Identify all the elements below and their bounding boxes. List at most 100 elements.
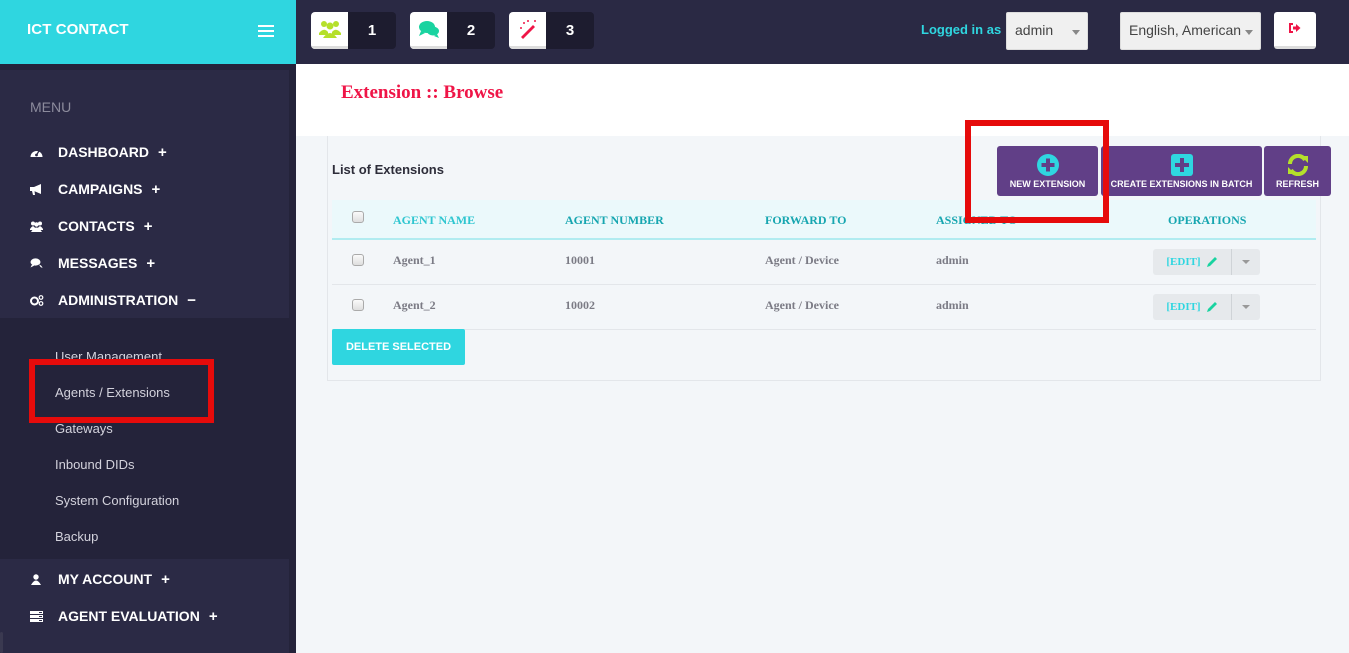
tasks-icon xyxy=(30,610,58,622)
users-icon xyxy=(30,221,58,232)
refresh-icon xyxy=(1264,152,1331,178)
edit-button[interactable]: [EDIT] xyxy=(1153,294,1232,320)
app-title: ICT CONTACT xyxy=(27,21,129,38)
sidebar: MENU DASHBOARD + CAMPAIGNS + CONTACTS + … xyxy=(0,64,296,653)
sidebar-item-label: MESSAGES xyxy=(58,255,138,271)
cogs-icon xyxy=(30,294,58,306)
sign-out-icon xyxy=(1289,20,1301,38)
page-header: Extension :: Browse xyxy=(296,64,1349,136)
edit-label: [EDIT] xyxy=(1166,301,1201,313)
sidebar-item-messages[interactable]: MESSAGES + xyxy=(30,253,155,273)
operations-button-group: [EDIT] xyxy=(1153,249,1260,275)
sidebar-subitem-backup[interactable]: Backup xyxy=(55,529,98,544)
menu-label: MENU xyxy=(30,99,72,115)
bullhorn-icon xyxy=(30,183,58,195)
user-icon xyxy=(30,573,58,585)
sidebar-item-contacts[interactable]: CONTACTS + xyxy=(30,216,153,236)
sidebar-item-administration[interactable]: ADMINISTRATION − xyxy=(30,290,196,310)
language-select-value: English, American xyxy=(1129,22,1242,38)
sidebar-item-campaigns[interactable]: CAMPAIGNS + xyxy=(30,179,160,199)
expand-icon: + xyxy=(143,217,153,235)
agent-name: Agent_1 xyxy=(393,253,436,267)
new-extension-label: NEW EXTENSION xyxy=(1009,179,1086,189)
user-select[interactable]: admin xyxy=(1006,12,1088,50)
table-row: Agent_1 10001 Agent / Device admin [EDIT… xyxy=(332,240,1316,285)
forward-to: Agent / Device xyxy=(765,253,839,267)
refresh-label: REFRESH xyxy=(1275,179,1319,189)
notification-tasks[interactable]: 3 xyxy=(509,12,594,49)
notification-count: 2 xyxy=(447,12,495,49)
notification-messages[interactable]: 2 xyxy=(410,12,495,49)
user-select-value: admin xyxy=(1015,22,1054,38)
sidebar-item-dashboard[interactable]: DASHBOARD + xyxy=(30,142,167,162)
users-icon xyxy=(311,12,348,49)
caret-down-icon xyxy=(1242,305,1250,309)
column-header-operations: OPERATIONS xyxy=(1168,213,1247,227)
operations-button-group: [EDIT] xyxy=(1153,294,1260,320)
operations-dropdown-toggle[interactable] xyxy=(1232,249,1260,275)
language-select[interactable]: English, American xyxy=(1120,12,1261,50)
sidebar-item-label: ADMINISTRATION xyxy=(58,292,179,308)
plus-square-icon xyxy=(1101,152,1262,178)
sidebar-item-label: DASHBOARD xyxy=(58,144,149,160)
table-header: AGENT NAME AGENT NUMBER FORWARD TO ASSIG… xyxy=(332,200,1316,240)
hamburger-icon[interactable] xyxy=(258,25,274,38)
sidebar-item-label: MY ACCOUNT xyxy=(58,571,153,587)
sidebar-item-label: AGENT EVALUATION xyxy=(58,608,200,624)
list-title: List of Extensions xyxy=(332,162,444,177)
assigned-to: admin xyxy=(936,253,969,267)
expand-icon: + xyxy=(146,254,156,272)
page-title: Extension :: Browse xyxy=(341,82,504,103)
agent-number: 10002 xyxy=(565,298,595,312)
column-header-agent-number[interactable]: AGENT NUMBER xyxy=(565,213,664,228)
pencil-icon xyxy=(1206,257,1217,267)
assigned-to: admin xyxy=(936,298,969,312)
create-extensions-batch-button[interactable]: CREATE EXTENSIONS IN BATCH xyxy=(1101,146,1262,196)
agent-name: Agent_2 xyxy=(393,298,436,312)
new-extension-button[interactable]: NEW EXTENSION xyxy=(997,146,1098,196)
sidebar-subitem-inbound-dids[interactable]: Inbound DIDs xyxy=(55,457,135,472)
expand-icon: + xyxy=(161,570,170,588)
caret-down-icon xyxy=(1242,260,1250,264)
delete-selected-button[interactable]: DELETE SELECTED xyxy=(332,329,465,365)
notification-count: 3 xyxy=(546,12,594,49)
operations-dropdown-toggle[interactable] xyxy=(1232,294,1260,320)
agent-number: 10001 xyxy=(565,253,595,267)
row-checkbox[interactable] xyxy=(352,254,364,266)
refresh-button[interactable]: REFRESH xyxy=(1264,146,1331,196)
sidebar-item-my-account[interactable]: MY ACCOUNT + xyxy=(30,569,170,589)
sidebar-subitem-agents-extensions[interactable]: Agents / Extensions xyxy=(55,385,170,400)
table-row: Agent_2 10002 Agent / Device admin [EDIT… xyxy=(332,285,1316,330)
magic-wand-icon xyxy=(509,12,546,49)
edit-button[interactable]: [EDIT] xyxy=(1153,249,1232,275)
create-extensions-batch-label: CREATE EXTENSIONS IN BATCH xyxy=(1110,179,1253,189)
sidebar-item-label: CONTACTS xyxy=(58,218,135,234)
chevron-down-icon xyxy=(1072,30,1080,35)
column-header-forward-to[interactable]: FORWARD TO xyxy=(765,213,846,228)
logout-button[interactable] xyxy=(1274,12,1316,49)
forward-to: Agent / Device xyxy=(765,298,839,312)
expand-icon: + xyxy=(151,180,161,198)
expand-icon: + xyxy=(158,143,167,161)
chat-bubbles-icon xyxy=(410,12,447,49)
sidebar-item-label: CAMPAIGNS xyxy=(58,181,143,197)
select-all-checkbox[interactable] xyxy=(352,211,364,223)
collapse-icon: − xyxy=(187,291,197,309)
row-checkbox[interactable] xyxy=(352,299,364,311)
sidebar-subitem-gateways[interactable]: Gateways xyxy=(55,421,113,436)
dashboard-icon xyxy=(30,147,58,158)
comments-icon xyxy=(30,257,58,269)
sidebar-item-agent-evaluation[interactable]: AGENT EVALUATION + xyxy=(30,606,218,626)
sidebar-subitem-user-management[interactable]: User Management xyxy=(55,349,162,364)
pencil-icon xyxy=(1206,302,1217,312)
sidebar-subitem-system-configuration[interactable]: System Configuration xyxy=(55,493,179,508)
edit-label: [EDIT] xyxy=(1166,256,1201,268)
scrollbar[interactable] xyxy=(0,632,3,653)
plus-circle-icon xyxy=(997,152,1098,178)
expand-icon: + xyxy=(208,607,218,625)
column-header-assigned-to[interactable]: ASSIGNED TO xyxy=(936,213,1017,228)
chevron-down-icon xyxy=(1245,30,1253,35)
notification-count: 1 xyxy=(348,12,396,49)
column-header-agent-name[interactable]: AGENT NAME xyxy=(393,213,475,228)
notification-users[interactable]: 1 xyxy=(311,12,396,49)
